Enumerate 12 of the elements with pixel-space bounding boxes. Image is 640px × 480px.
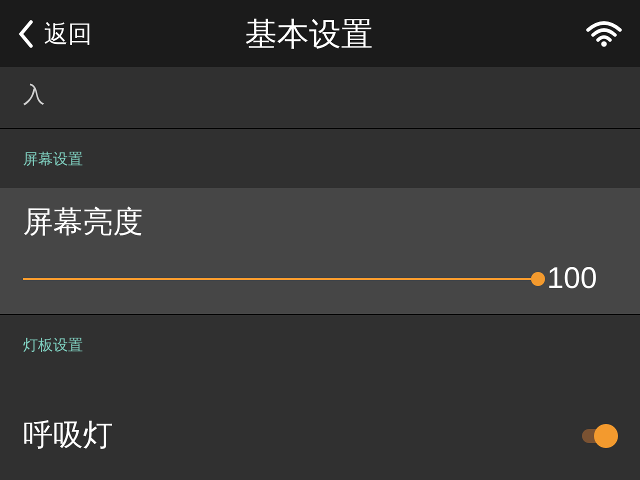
slider-value: 100: [547, 261, 598, 297]
back-button[interactable]: 返回: [18, 16, 92, 52]
brightness-slider[interactable]: [23, 272, 545, 286]
section-label: 屏幕设置: [23, 148, 83, 170]
description-text: 入: [23, 82, 45, 110]
wifi-icon: [586, 20, 622, 46]
setting-title: 呼吸灯: [23, 421, 113, 451]
setting-title: 屏幕亮度: [23, 208, 144, 238]
section-label: 灯板设置: [23, 334, 83, 356]
window-title: 基本设置: [245, 14, 373, 54]
back-icon: [18, 20, 34, 48]
toggle-switch[interactable]: [580, 424, 618, 448]
